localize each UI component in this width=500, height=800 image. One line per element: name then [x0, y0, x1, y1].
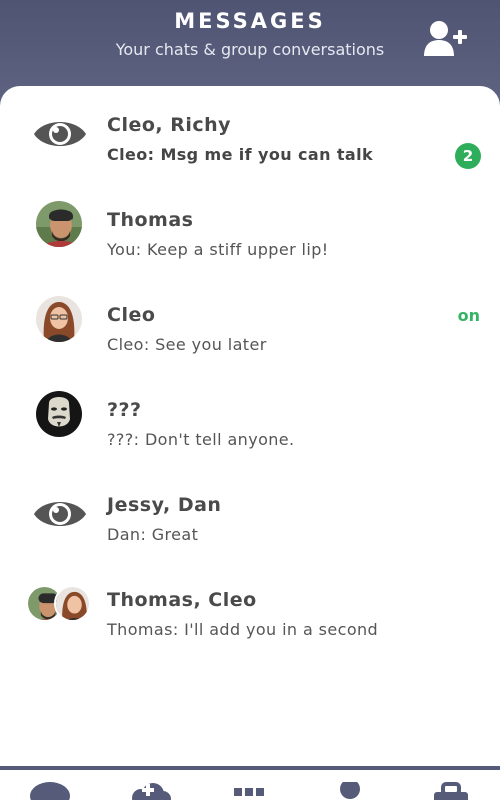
conversation-name: Thomas — [107, 209, 194, 231]
profile-icon — [340, 779, 360, 799]
cleo-avatar — [54, 585, 91, 622]
conversation-name: ??? — [107, 399, 142, 421]
conversation-name: Jessy, Dan — [107, 494, 222, 516]
nav-cloud[interactable] — [127, 782, 177, 800]
add-user-icon — [424, 21, 467, 56]
cleo-avatar — [36, 296, 82, 342]
conversation-name: Thomas, Cleo — [107, 589, 257, 611]
group-avatar — [26, 585, 92, 623]
eye-icon — [32, 495, 88, 533]
conversation-preview: Cleo: Msg me if you can talk — [107, 145, 374, 164]
conversation-row[interactable]: Thomas You: Keep a stiff upper lip! — [0, 181, 500, 276]
nav-chats[interactable] — [27, 782, 77, 800]
online-status: on — [457, 306, 480, 325]
cloud-icon — [132, 783, 171, 800]
conversation-name: Cleo — [107, 304, 156, 326]
grid-icon — [234, 788, 264, 796]
conversation-preview: Dan: Great — [107, 525, 199, 544]
chat-bubble-icon — [30, 782, 70, 800]
conversation-name: Cleo, Richy — [107, 114, 232, 136]
masked-avatar — [36, 391, 82, 437]
bottom-navigation — [0, 766, 500, 800]
conversation-row[interactable]: Cleo Cleo: See you later on — [0, 276, 500, 371]
conversation-preview: You: Keep a stiff upper lip! — [107, 240, 329, 259]
conversation-list: Cleo, Richy Cleo: Msg me if you can talk… — [0, 86, 500, 766]
eye-icon — [32, 115, 88, 153]
conversation-row[interactable]: Jessy, Dan Dan: Great — [0, 466, 500, 561]
conversation-preview: Cleo: See you later — [107, 335, 267, 354]
nav-profile[interactable] — [330, 779, 380, 800]
unread-badge: 2 — [455, 143, 481, 169]
add-user-button[interactable] — [424, 20, 470, 60]
conversation-row[interactable]: ??? ???: Don't tell anyone. — [0, 371, 500, 466]
conversation-preview: Thomas: I'll add you in a second — [107, 620, 379, 639]
conversation-preview: ???: Don't tell anyone. — [107, 430, 295, 449]
conversation-row[interactable]: Cleo, Richy Cleo: Msg me if you can talk… — [0, 86, 500, 181]
nav-apps[interactable] — [232, 782, 282, 800]
briefcase-icon — [434, 782, 468, 800]
nav-work[interactable] — [428, 782, 478, 800]
thomas-avatar — [36, 201, 82, 247]
conversation-row[interactable]: Thomas, Cleo Thomas: I'll add you in a s… — [0, 561, 500, 656]
